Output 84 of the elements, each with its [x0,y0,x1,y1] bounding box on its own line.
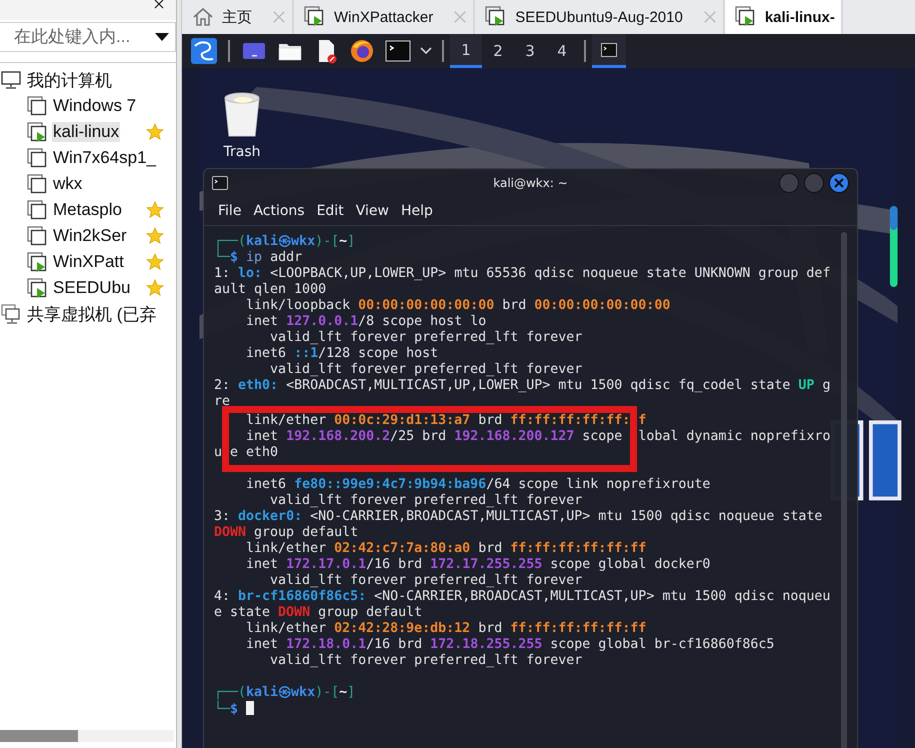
terminal-line: inet6 ::1/128 scope host [245,346,438,362]
menu-item[interactable]: Edit [312,203,352,219]
tree-label: wkx [52,174,84,194]
tree-item[interactable]: WinXPatt [0,249,176,275]
running-vm-icon [734,6,757,28]
terminal-line: 1: lo: <LOOPBACK,UP,LOWER_UP> mtu 65536 qdisc noqueue state UNKNOWN group def [214,266,830,282]
maximize-button[interactable] [804,173,824,193]
terminal-line: DOWN group default [214,525,358,541]
workspace-button[interactable]: 4 [546,34,578,68]
tree-item[interactable]: 共享虚拟机 (已弃 [0,301,176,327]
terminal-line: └─$ [214,701,254,717]
terminal-line: └─$ ip addr [214,250,302,266]
menu-item[interactable]: View [352,203,397,219]
home-icon [192,6,214,28]
browser-icon[interactable] [349,38,375,64]
terminal-line: inet6 fe80::99e9:4c7:9b94:ba96/64 scope link noprefixroute [245,477,710,493]
tree-item[interactable]: kali-linux [0,119,176,145]
workspace-button[interactable]: 3 [514,34,546,68]
tree-item[interactable]: SEEDUbu [0,275,176,301]
close-button[interactable] [829,173,849,193]
star-icon[interactable] [146,201,164,219]
search-field[interactable]: 在此处键入内... [0,22,176,52]
tree-label: Win2kSer [52,226,128,246]
tree-item[interactable]: Win2kSer [0,223,176,249]
terminal-line: 2: eth0: <BROADCAST,MULTICAST,UP,LOWER_UP> mtu 1500 qdisc fq_codel state UP g [214,378,830,394]
terminal-line: e state DOWN group default [214,605,422,621]
terminal-icon [601,42,617,56]
terminal-line: inet 172.18.0.1/16 brd 172.18.255.255 scope global br-cf16860f86c5 [245,637,774,653]
minimize-button[interactable] [779,173,799,193]
terminal-line: link/loopback 00:00:00:00:00:00 brd 00:00:00:00:00:00 [245,298,670,314]
tree-label: Win7x64sp1_ [52,148,158,168]
terminal-line: link/ether 00:0c:29:d1:13:a7 brd ff:ff:ff:ff:ff: f [245,413,646,429]
star-icon[interactable] [146,253,164,271]
tree-label: Metasplo [52,200,123,220]
tree-item[interactable]: wkx [0,171,176,197]
workspace-button[interactable]: 1 [450,34,482,68]
scrollbar-thumb[interactable] [841,232,847,748]
tree-item[interactable]: Metasplo [0,197,176,223]
terminal-icon[interactable] [385,38,411,64]
terminal-icon [212,176,228,190]
terminal-line: ault qlen 1000 [214,282,326,298]
icon-label: Trash [224,144,260,160]
chevron-icon[interactable] [420,46,432,56]
terminal-line: re [214,394,230,410]
tree-label: SEEDUbu [52,278,132,298]
tree-item[interactable]: 我的计算机 [0,67,176,93]
tree-item[interactable]: Win7x64sp1_ [0,145,176,171]
scrollbar-thumb[interactable] [0,730,78,742]
menu-item[interactable]: Actions [249,203,313,219]
tree-label: WinXPatt [52,252,125,272]
star-icon[interactable] [146,227,164,245]
terminal-line: valid_lft forever preferred_lft forever [269,493,582,509]
menu-item[interactable]: Help [396,203,441,219]
dragon-logo-icon[interactable] [191,38,217,64]
terminal-line: link/ether 02:42:28:9e:db:12 brd ff:ff:ff:ff:ff:ff [245,621,646,637]
terminal-line: valid_lft forever preferred_lft forever [269,653,582,669]
task-button[interactable] [592,34,626,68]
window-title: kali@wkx: ~ [493,176,568,190]
terminal-line: valid_lft forever preferred_lft forever [269,362,582,378]
terminal-line: inet 172.17.0.1/16 brd 172.17.255.255 scope global docker0 [245,557,710,573]
close-icon [834,178,844,188]
terminal-line: valid_lft forever preferred_lft forever [269,330,582,346]
star-icon[interactable] [146,279,164,297]
menu-item[interactable]: File [214,203,250,219]
running-vm-icon [304,6,326,28]
tree-item[interactable]: Windows 7 [0,93,176,119]
tab[interactable]: kali-linux- [724,0,843,34]
terminal-line: link/ether 02:42:c7:7a:80:a0 brd ff:ff:ff:ff:ff:ff [245,541,646,557]
terminal-line: 4: br-cf16860f86c5: <NO-CARRIER,BROADCAST,MULTICAST,UP> mtu 1500 qdisc noqueu [214,589,830,605]
tree-label: Windows 7 [52,96,138,116]
workspace-button[interactable]: 2 [482,34,514,68]
terminal-line: inet 192.168.200.2/25 brd 192.168.200.127 scope lobal dynamic noprefixro [245,429,830,445]
terminal-line: valid_lft forever preferred_lft forever [269,573,582,589]
terminal-line: 3: docker0: <NO-CARRIER,BROADCAST,MULTICAST,UP> mtu 1500 qdisc noqueue state [214,509,822,525]
star-icon[interactable] [146,123,164,141]
terminal-line: ┌──(kali㉿wkx)-[~] [214,685,356,700]
tree-label: kali-linux [52,122,120,142]
terminal-line: ┌──(kali㉿wkx)-[~] [214,234,356,249]
terminal-line: u e eth0 [214,445,278,461]
tree-label: 我的计算机 [26,70,113,92]
terminal-line: inet 127.0.0.1/8 scope host lo [245,314,486,330]
dropdown-caret-icon[interactable] [155,33,169,41]
tree-label: 共享虚拟机 (已弃 [26,304,158,326]
trash-icon[interactable] [222,92,262,138]
